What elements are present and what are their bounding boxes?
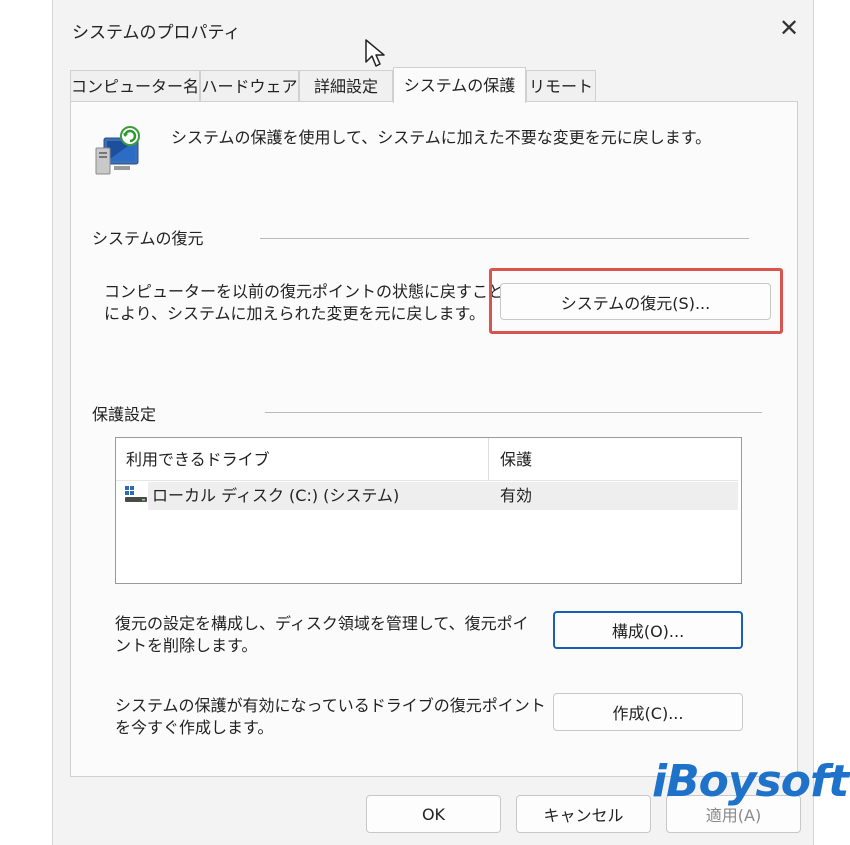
restore-desc-line1: コンピューターを以前の復元ポイントの状態に戻すこと bbox=[104, 282, 505, 301]
drive-icon bbox=[124, 485, 148, 507]
drive-list[interactable]: 利用できるドライブ 保護 ローカル ディスク (C:) (システム) 有効 bbox=[115, 437, 742, 584]
protection-heading-divider bbox=[265, 412, 762, 413]
create-desc-line1: システムの保護が有効になっているドライブの復元ポイント bbox=[115, 696, 546, 715]
mouse-cursor-icon bbox=[364, 38, 388, 74]
tab-system-protection[interactable]: システムの保護 bbox=[393, 67, 526, 103]
system-protection-icon bbox=[92, 124, 146, 182]
column-divider[interactable] bbox=[488, 438, 489, 480]
create-desc-line2: を今すぐ作成します。 bbox=[115, 718, 274, 737]
column-header-drive[interactable]: 利用できるドライブ bbox=[126, 449, 270, 471]
configure-button[interactable]: 構成(O)... bbox=[553, 611, 743, 649]
ok-button[interactable]: OK bbox=[366, 795, 501, 833]
intro-text: システムの保護を使用して、システムに加えた不要な変更を元に戻します。 bbox=[171, 128, 712, 147]
drive-name: ローカル ディスク (C:) (システム) bbox=[152, 486, 400, 505]
system-restore-button[interactable]: システムの復元(S)... bbox=[500, 283, 771, 320]
tab-remote[interactable]: リモート bbox=[526, 70, 596, 102]
configure-desc-line1: 復元の設定を構成し、ディスク領域を管理して、復元ポイ bbox=[115, 614, 529, 633]
drive-protection-status: 有効 bbox=[500, 486, 533, 505]
close-icon[interactable]: ✕ bbox=[775, 14, 803, 42]
tab-hardware[interactable]: ハードウェア bbox=[200, 70, 299, 102]
configure-desc-line2: ントを削除します。 bbox=[115, 636, 258, 655]
window-title: システムのプロパティ bbox=[72, 23, 241, 43]
create-button[interactable]: 作成(C)... bbox=[553, 693, 743, 731]
protection-heading: 保護設定 bbox=[92, 405, 157, 424]
iboysoft-logo: iBoysoft bbox=[652, 756, 849, 807]
restore-heading: システムの復元 bbox=[92, 229, 204, 248]
cancel-button[interactable]: キャンセル bbox=[516, 795, 651, 833]
tab-advanced[interactable]: 詳細設定 bbox=[299, 70, 393, 102]
column-header-protection[interactable]: 保護 bbox=[500, 449, 532, 471]
restore-heading-divider bbox=[260, 238, 749, 239]
tab-computer-name[interactable]: コンピューター名 bbox=[70, 70, 200, 102]
restore-desc-line2: により、システムに加えられた変更を元に戻します。 bbox=[104, 304, 485, 323]
